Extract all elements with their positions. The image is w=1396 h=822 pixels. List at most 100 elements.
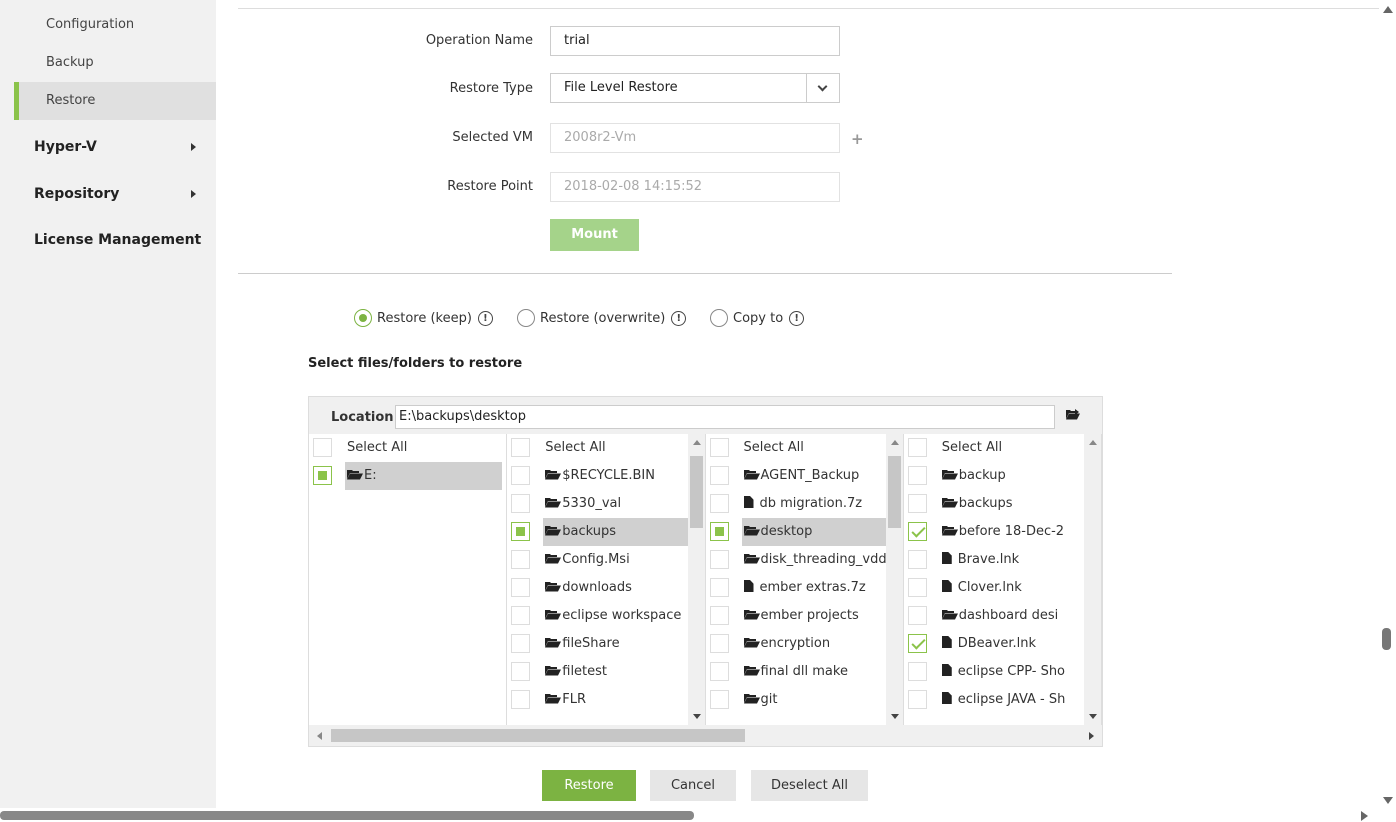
list-item[interactable]: eclipse JAVA - Sh [904,686,1100,714]
item-checkbox[interactable] [511,494,531,513]
item-checkbox[interactable] [907,662,927,681]
item-label[interactable]: FLR [543,686,592,714]
list-item[interactable]: E: [309,462,505,490]
page-horizontal-scrollbar[interactable] [0,808,1396,822]
list-item[interactable]: DBeaver.lnk [904,630,1100,658]
scroll-thumb[interactable] [887,456,901,528]
item-checkbox[interactable] [907,634,927,653]
scroll-up-icon[interactable] [1089,440,1097,445]
info-icon[interactable]: ! [671,310,687,326]
item-checkbox[interactable] [907,522,927,541]
item-label[interactable]: backups [543,518,701,546]
item-label[interactable]: eclipse workspace [543,602,687,630]
item-checkbox[interactable] [709,690,729,709]
item-label[interactable]: DBeaver.lnk [940,630,1042,658]
list-item[interactable]: backups [507,518,703,546]
item-label[interactable]: E: [345,462,502,490]
copy-to-option[interactable]: Copy to ! [710,308,805,328]
list-item[interactable]: fileShare [507,630,703,658]
item-label[interactable]: dashboard desi [940,602,1065,630]
list-item[interactable]: encryption [706,630,902,658]
select-all-checkbox[interactable] [313,438,332,457]
item-label[interactable]: final dll make [742,658,854,686]
info-icon[interactable]: ! [789,310,805,326]
restore-keep-option[interactable]: Restore (keep) ! [354,308,493,328]
item-label[interactable]: before 18-Dec-2 [940,518,1070,546]
sidebar-item-hyper-v[interactable]: Hyper-V [34,135,202,159]
scroll-down-icon[interactable] [1089,714,1097,719]
item-checkbox[interactable] [907,466,927,485]
select-all-row[interactable]: Select All [309,434,505,462]
scroll-down-icon[interactable] [692,714,701,719]
item-label[interactable]: disk_threading_vddk [742,546,901,574]
scroll-thumb[interactable] [689,456,703,528]
item-checkbox[interactable] [511,578,531,597]
radio-restore-keep[interactable] [354,309,372,327]
item-label[interactable]: eclipse JAVA - Sh [940,686,1072,714]
item-label[interactable]: Brave.lnk [940,546,1025,574]
list-item[interactable]: git [706,686,902,714]
list-item[interactable]: 5330_val [507,490,703,518]
item-label[interactable]: fileShare [543,630,625,658]
item-checkbox[interactable] [907,550,927,569]
list-item[interactable]: filetest [507,658,703,686]
radio-restore-overwrite[interactable] [517,309,535,327]
list-item[interactable]: final dll make [706,658,902,686]
item-checkbox[interactable] [511,466,531,485]
list-item[interactable]: AGENT_Backup [706,462,902,490]
item-checkbox[interactable] [511,662,531,681]
item-checkbox[interactable] [709,578,729,597]
column-scrollbar[interactable] [885,434,903,725]
scroll-thumb[interactable] [331,729,745,742]
item-label[interactable]: db migration.7z [742,490,869,518]
deselect-all-button[interactable]: Deselect All [751,770,868,801]
sidebar-item-configuration[interactable]: Configuration [14,6,216,44]
sidebar-item-backup[interactable]: Backup [14,44,216,82]
sidebar-item-license-management[interactable]: License Management [34,228,202,252]
list-item[interactable]: Brave.lnk [904,546,1100,574]
list-item[interactable]: Config.Msi [507,546,703,574]
scroll-up-icon[interactable] [692,440,701,445]
item-label[interactable]: AGENT_Backup [742,462,866,490]
column-scrollbar[interactable] [687,434,705,725]
item-label[interactable]: filetest [543,658,613,686]
open-folder-icon[interactable] [1066,409,1080,420]
scroll-left-icon[interactable] [317,732,322,740]
item-label[interactable]: backup [940,462,1012,490]
item-label[interactable]: ember projects [742,602,865,630]
select-all-row[interactable]: Select All [507,434,703,462]
restore-button[interactable]: Restore [542,770,636,801]
item-checkbox[interactable] [511,606,531,625]
list-item[interactable]: backups [904,490,1100,518]
item-label[interactable]: ember extras.7z [742,574,872,602]
mount-button[interactable]: Mount [550,219,639,251]
list-item[interactable]: eclipse workspace [507,602,703,630]
item-checkbox[interactable] [709,662,729,681]
select-all-row[interactable]: Select All [904,434,1100,462]
scroll-right-icon[interactable] [1361,811,1368,821]
browser-horizontal-scrollbar[interactable] [309,725,1102,746]
scroll-thumb[interactable] [1382,628,1391,650]
select-all-checkbox[interactable] [907,438,927,457]
item-label[interactable]: backups [940,490,1019,518]
list-item[interactable]: Clover.lnk [904,574,1100,602]
item-checkbox[interactable] [511,522,531,541]
item-checkbox[interactable] [709,606,729,625]
item-checkbox[interactable] [907,578,927,597]
location-input[interactable]: E:\backups\desktop [395,405,1055,429]
item-label[interactable]: eclipse CPP- Sho [940,658,1071,686]
list-item[interactable]: $RECYCLE.BIN [507,462,703,490]
select-all-checkbox[interactable] [709,438,729,457]
item-label[interactable]: Config.Msi [543,546,635,574]
item-label[interactable]: desktop [741,518,899,546]
list-item[interactable]: desktop [706,518,902,546]
item-checkbox[interactable] [709,522,729,541]
item-checkbox[interactable] [313,466,332,485]
item-checkbox[interactable] [907,606,927,625]
item-label[interactable]: encryption [742,630,837,658]
list-item[interactable]: db migration.7z [706,490,902,518]
item-checkbox[interactable] [511,690,531,709]
list-item[interactable]: ember projects [706,602,902,630]
item-label[interactable]: downloads [543,574,638,602]
item-checkbox[interactable] [511,634,531,653]
